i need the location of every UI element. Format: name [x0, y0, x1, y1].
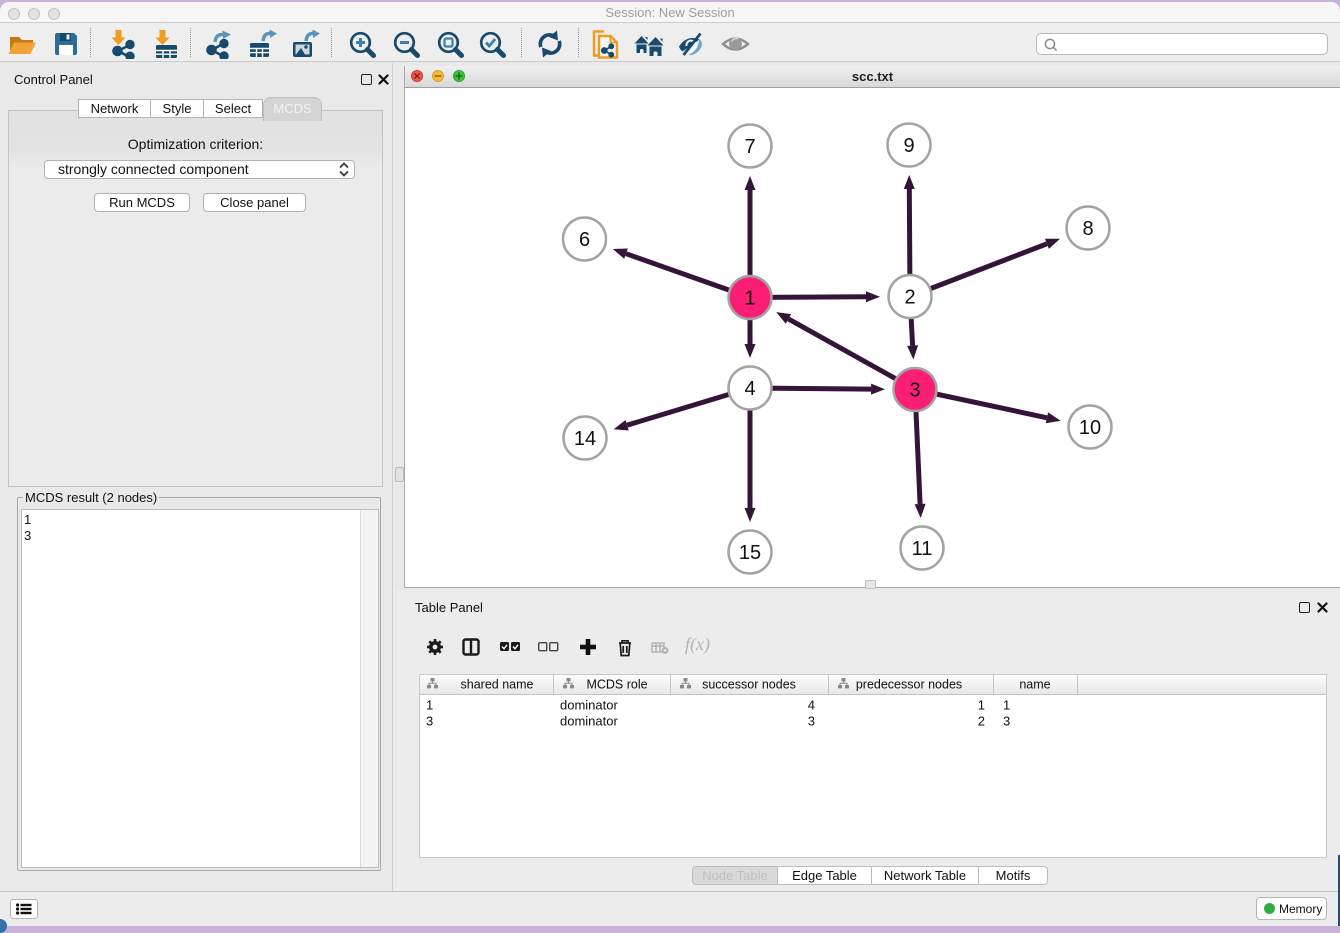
svg-text:shared name: shared name — [461, 678, 534, 692]
svg-text:1: 1 — [978, 698, 985, 713]
svg-text:6: 6 — [579, 229, 590, 251]
svg-text:dominator: dominator — [560, 714, 618, 729]
svg-text:10: 10 — [1079, 417, 1101, 439]
svg-text:14: 14 — [574, 428, 596, 450]
svg-text:dominator: dominator — [560, 698, 618, 713]
svg-text:2: 2 — [978, 714, 985, 729]
svg-text:3: 3 — [909, 380, 920, 402]
svg-text:3: 3 — [808, 714, 815, 729]
svg-text:11: 11 — [912, 538, 933, 560]
svg-text:8: 8 — [1082, 218, 1093, 240]
svg-text:predecessor nodes: predecessor nodes — [856, 678, 962, 692]
svg-text:4: 4 — [744, 378, 755, 400]
svg-text:7: 7 — [744, 136, 755, 158]
svg-text:3: 3 — [1003, 714, 1010, 729]
svg-text:1: 1 — [1003, 698, 1010, 713]
svg-text:1: 1 — [744, 288, 755, 310]
svg-text:15: 15 — [739, 542, 761, 564]
svg-text:successor nodes: successor nodes — [702, 678, 796, 692]
svg-text:2: 2 — [904, 287, 915, 309]
svg-text:4: 4 — [808, 698, 815, 713]
svg-text:MCDS role: MCDS role — [586, 678, 647, 692]
svg-text:9: 9 — [903, 135, 914, 157]
svg-text:name: name — [1019, 678, 1050, 692]
svg-text:1: 1 — [426, 698, 433, 713]
svg-text:3: 3 — [426, 714, 433, 729]
